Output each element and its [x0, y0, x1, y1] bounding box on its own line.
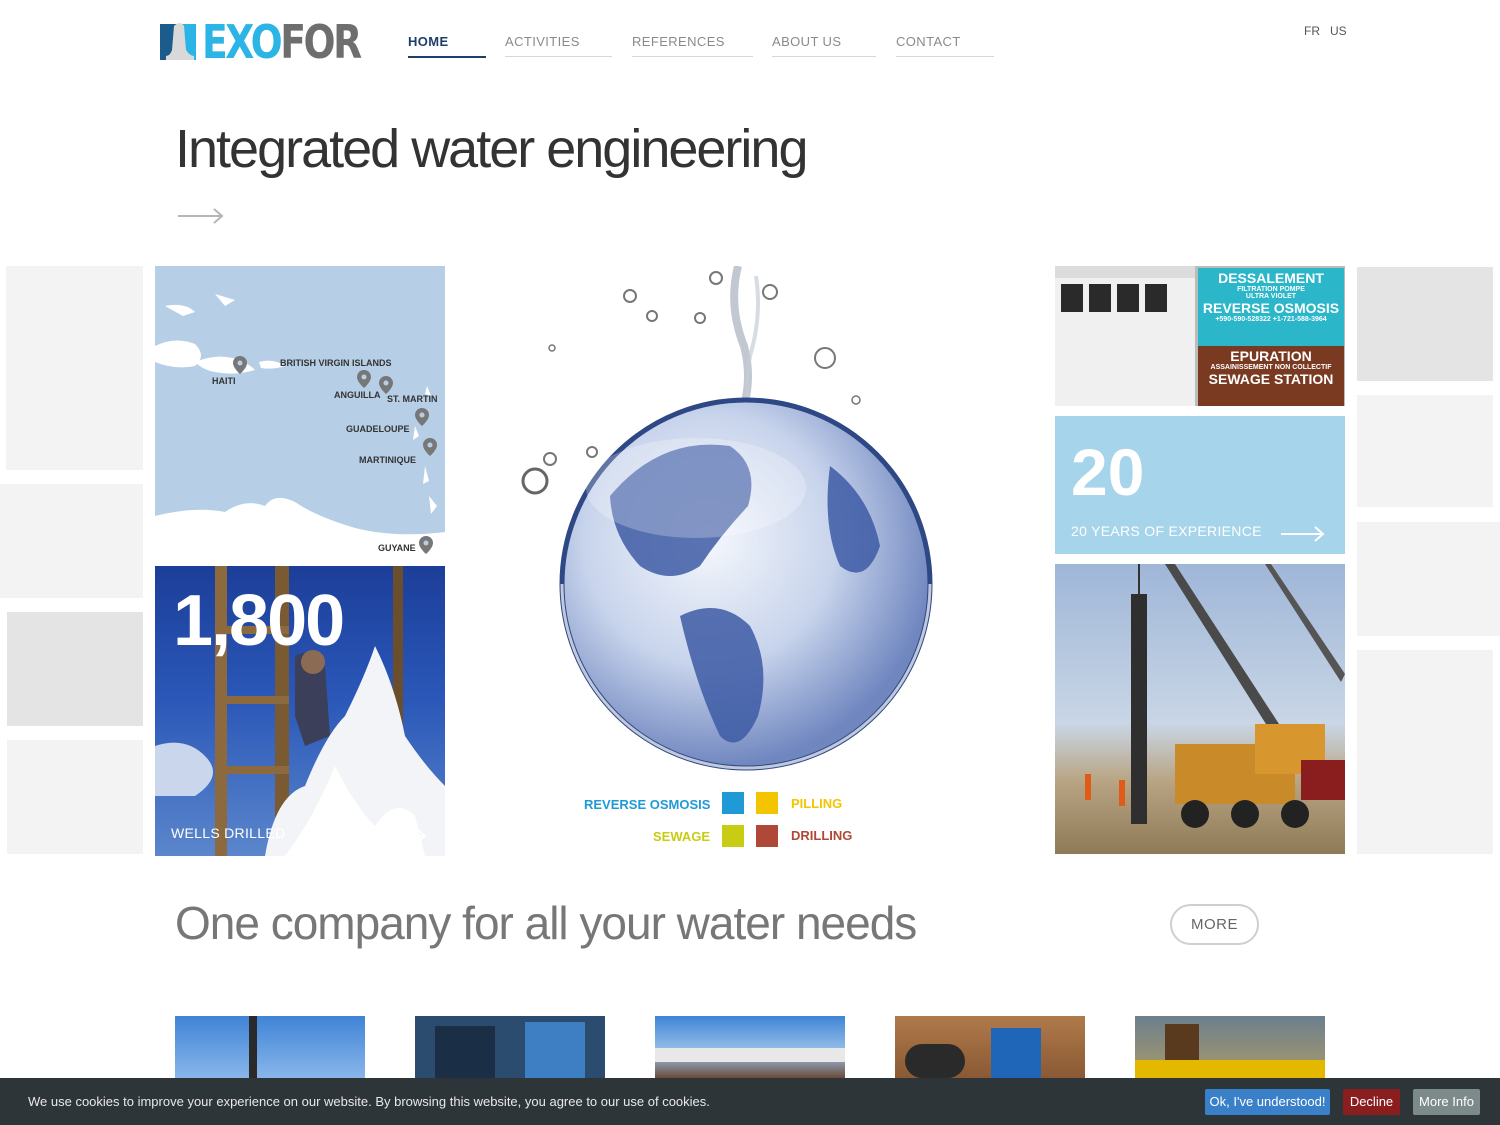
legend-reverse-osmosis-swatch [722, 792, 744, 814]
cookie-bar: We use cookies to improve your experienc… [0, 1078, 1500, 1125]
map-label-st-martin: ST. MARTIN [387, 394, 438, 404]
legend-drilling-swatch [756, 825, 778, 847]
legend-reverse-osmosis-label: REVERSE OSMOSIS [584, 797, 711, 812]
exofor-logo[interactable]: EXOFOR [160, 16, 362, 68]
nav-home[interactable]: HOME [408, 30, 486, 58]
rig-mast [249, 1016, 257, 1078]
wells-drilled-tile[interactable]: 1,800 WELLS DRILLED [155, 566, 445, 856]
map-label-anguilla: ANGUILLA [334, 390, 381, 400]
nav-references[interactable]: REFERENCES [632, 30, 753, 57]
legend-pilling-swatch [756, 792, 778, 814]
side-panel-left-3 [7, 612, 143, 726]
pipe [905, 1044, 965, 1078]
side-panel-left-1 [6, 266, 143, 470]
side-panel-left-4 [7, 740, 143, 854]
activity-thumb-osmosis[interactable] [415, 1016, 605, 1078]
activity-thumb-installation[interactable] [895, 1016, 1085, 1078]
map-pin-icon [423, 438, 437, 456]
legend-pilling-label: PILLING [791, 796, 843, 811]
map-label-bvi: BRITISH VIRGIN ISLANDS [280, 358, 392, 368]
map-pin-icon [415, 408, 429, 426]
logo-mark-icon [160, 23, 196, 60]
window [1061, 284, 1083, 312]
side-panel-right-3 [1357, 522, 1500, 636]
lang-us[interactable]: US [1330, 24, 1347, 38]
experience-number: 20 [1071, 435, 1145, 509]
wells-count: 1,800 [173, 581, 345, 661]
activity-thumb-piling[interactable] [1135, 1016, 1325, 1078]
window [1117, 284, 1139, 312]
sewage-station-photo-tile[interactable]: DESSALEMENT FILTRATION POMPE ULTRA VIOLE… [1055, 266, 1345, 406]
map-label-guadeloupe: GUADELOUPE [346, 424, 410, 434]
globe-illustration [521, 266, 933, 771]
map-label-martinique: MARTINIQUE [359, 455, 416, 465]
legend-sewage-swatch [722, 825, 744, 847]
logo-wordmark: EXOFOR [202, 15, 362, 69]
tank-row [655, 1048, 845, 1062]
sign-bottom: EPURATION ASSAINISSEMENT NON COLLECTIF S… [1198, 346, 1344, 406]
window [1089, 284, 1111, 312]
wells-label: WELLS DRILLED [171, 825, 286, 841]
experience-tile[interactable]: 20 20 YEARS OF EXPERIENCE [1055, 416, 1345, 554]
drilling-rig-photo-tile[interactable] [1055, 564, 1345, 854]
cookie-message: We use cookies to improve your experienc… [28, 1094, 710, 1109]
cookie-accept-button[interactable]: Ok, I've understood! [1205, 1089, 1330, 1115]
worker-figure [435, 1026, 495, 1078]
hero-title: Integrated water engineering [175, 119, 808, 179]
more-button[interactable]: MORE [1170, 904, 1259, 945]
caribbean-map-tile[interactable]: HAITI BRITISH VIRGIN ISLANDS ANGUILLA ST… [155, 266, 445, 556]
activity-thumb-drilling[interactable] [175, 1016, 365, 1078]
crane-photo [1085, 564, 1345, 828]
machine [1135, 1060, 1325, 1078]
section-title: One company for all your water needs [175, 897, 917, 949]
side-panel-right-4 [1357, 650, 1493, 854]
side-panel-right-1 [1357, 267, 1493, 381]
map-label-haiti: HAITI [212, 376, 236, 386]
map-image [155, 294, 445, 556]
equipment [525, 1022, 585, 1078]
activity-thumb-sewage[interactable] [655, 1016, 845, 1078]
nav-about-us[interactable]: ABOUT US [772, 30, 876, 57]
map-pin-icon [379, 376, 393, 394]
arrow-right-icon [383, 828, 427, 844]
cookie-decline-button[interactable]: Decline [1343, 1089, 1400, 1115]
arrow-right-icon[interactable] [178, 206, 226, 226]
worker-figure [991, 1028, 1041, 1078]
map-pin-icon [419, 536, 433, 554]
window [1145, 284, 1167, 312]
map-label-guyane: GUYANE [378, 543, 416, 553]
nav-contact[interactable]: CONTACT [896, 30, 994, 57]
map-pin-icon [233, 356, 247, 374]
experience-label: 20 YEARS OF EXPERIENCE [1071, 523, 1262, 539]
sign-top: DESSALEMENT FILTRATION POMPE ULTRA VIOLE… [1198, 268, 1344, 346]
cookie-more-info-button[interactable]: More Info [1413, 1089, 1480, 1115]
side-panel-left-2 [0, 484, 143, 598]
nav-activities[interactable]: ACTIVITIES [505, 30, 612, 57]
lang-fr[interactable]: FR [1304, 24, 1320, 38]
legend-drilling-label: DRILLING [791, 828, 853, 843]
side-panel-right-2 [1357, 395, 1493, 507]
map-pin-icon [357, 370, 371, 388]
arrow-right-icon [1281, 526, 1325, 542]
legend-sewage-label: SEWAGE [653, 829, 711, 844]
